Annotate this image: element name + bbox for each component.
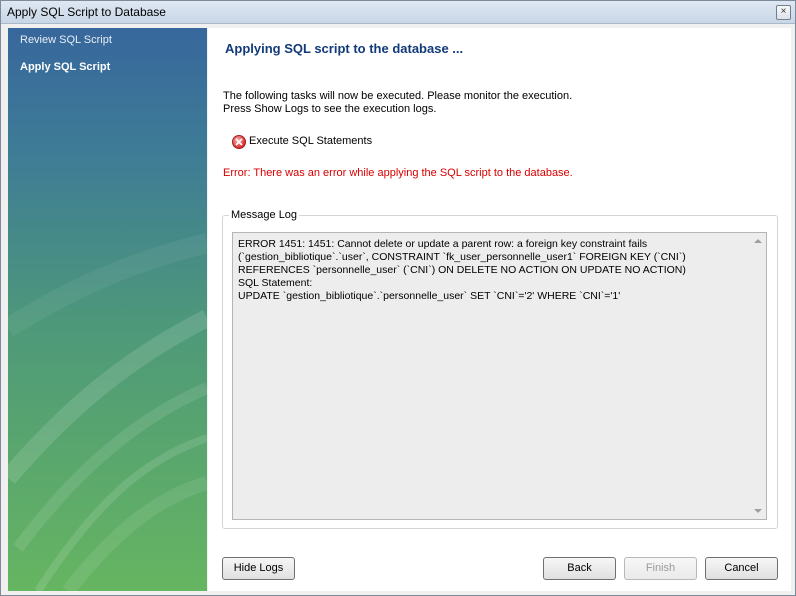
scroll-down-icon[interactable] bbox=[754, 509, 762, 513]
wizard-content: Applying SQL script to the database ... … bbox=[208, 28, 791, 591]
error-icon bbox=[232, 135, 246, 149]
message-log-textarea[interactable]: ERROR 1451: 1451: Cannot delete or updat… bbox=[232, 232, 767, 520]
page-title: Applying SQL script to the database ... bbox=[225, 41, 464, 56]
description-line-1: The following tasks will now be executed… bbox=[223, 90, 573, 102]
log-scrollbar[interactable] bbox=[751, 233, 766, 519]
sidebar-item-review-sql-script: Review SQL Script bbox=[20, 34, 112, 46]
error-message: Error: There was an error while applying… bbox=[223, 167, 573, 179]
message-log-group: Message Log ERROR 1451: 1451: Cannot del… bbox=[222, 209, 778, 529]
message-log-label: Message Log bbox=[229, 209, 300, 221]
description-line-2: Press Show Logs to see the execution log… bbox=[223, 103, 437, 115]
finish-button[interactable]: Finish bbox=[624, 557, 697, 580]
dialog-window: Apply SQL Script to Database × Review SQ… bbox=[0, 0, 796, 596]
hide-logs-button[interactable]: Hide Logs bbox=[222, 557, 295, 580]
sidebar-decoration bbox=[8, 233, 207, 591]
back-button[interactable]: Back bbox=[543, 557, 616, 580]
task-label: Execute SQL Statements bbox=[249, 135, 373, 147]
scroll-up-icon[interactable] bbox=[754, 239, 762, 243]
title-bar[interactable]: Apply SQL Script to Database × bbox=[1, 1, 795, 24]
log-text: ERROR 1451: 1451: Cannot delete or updat… bbox=[238, 238, 686, 302]
close-icon[interactable]: × bbox=[776, 5, 791, 20]
task-description: The following tasks will now be executed… bbox=[223, 90, 572, 116]
wizard-sidebar: Review SQL Script Apply SQL Script bbox=[8, 28, 207, 591]
sidebar-item-apply-sql-script: Apply SQL Script bbox=[20, 61, 111, 73]
cancel-button[interactable]: Cancel bbox=[705, 557, 778, 580]
window-title: Apply SQL Script to Database bbox=[7, 5, 166, 19]
